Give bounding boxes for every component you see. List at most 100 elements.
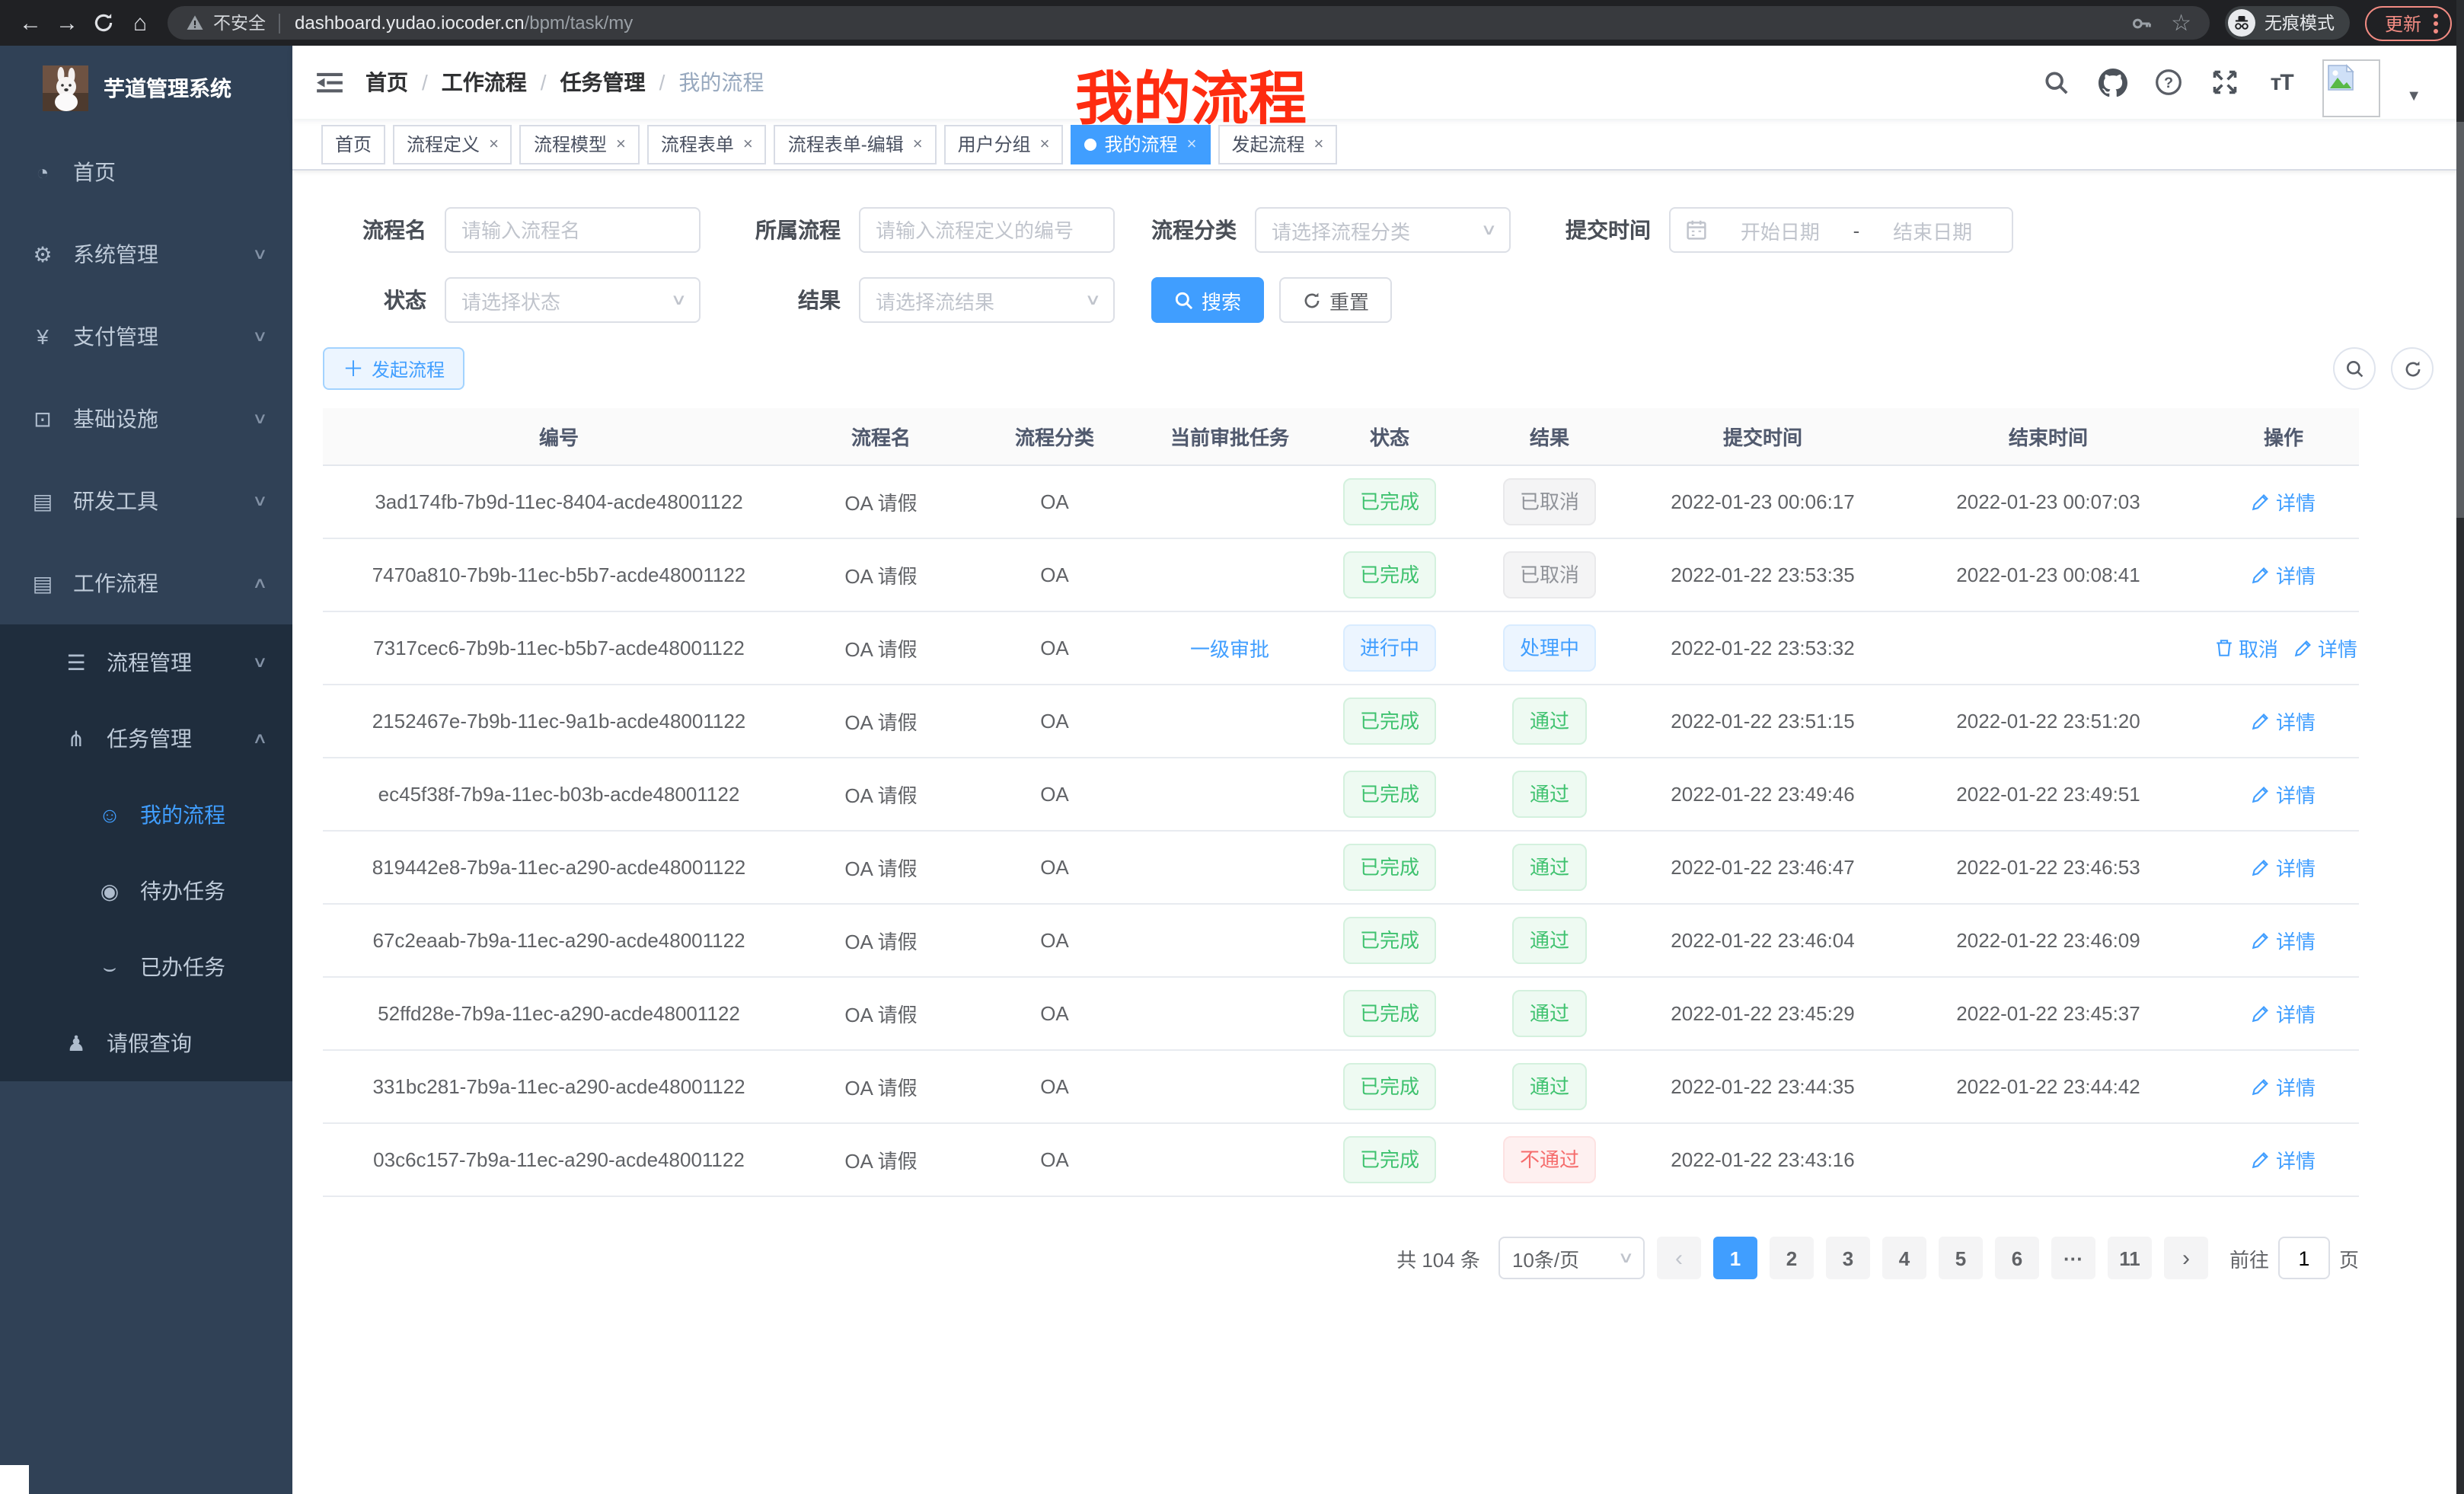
bookmark-star-icon[interactable]: ☆ xyxy=(2171,11,2191,34)
sidebar-item-done-tasks[interactable]: ⌣已办任务 xyxy=(0,929,292,1005)
github-icon[interactable] xyxy=(2097,67,2127,97)
help-icon[interactable]: ? xyxy=(2153,67,2184,97)
browser-forward-button[interactable]: → xyxy=(49,5,85,41)
avatar-caret-down-icon[interactable]: ▼ xyxy=(2406,88,2421,104)
sidebar-item-workflow[interactable]: ▤工作流程∧ xyxy=(0,542,292,624)
sidebar-item-system[interactable]: ⚙系统管理∨ xyxy=(0,213,292,295)
status-select[interactable]: 请选择状态 ∨ xyxy=(445,277,701,323)
start-date-placeholder[interactable]: 开始日期 xyxy=(1716,215,1844,244)
show-search-toggle-button[interactable] xyxy=(2333,347,2376,390)
search-button[interactable]: 搜索 xyxy=(1151,277,1264,323)
browser-back-button[interactable]: ← xyxy=(12,5,49,41)
page-button-1[interactable]: 1 xyxy=(1713,1237,1757,1279)
breadcrumb-task-mgmt[interactable]: 任务管理 xyxy=(560,67,646,97)
user-avatar[interactable] xyxy=(2322,59,2380,117)
page-button-5[interactable]: 5 xyxy=(1939,1237,1983,1279)
tab-流程表单[interactable]: 流程表单 × xyxy=(647,124,767,164)
sidebar-item-dev-tools[interactable]: ▤研发工具∨ xyxy=(0,460,292,542)
edit-icon xyxy=(2252,711,2271,731)
prev-page-button[interactable]: ‹ xyxy=(1657,1237,1701,1279)
sidebar-item-my-process[interactable]: ☺我的流程 xyxy=(0,777,292,853)
sidebar-collapse-icon[interactable] xyxy=(314,67,344,97)
tab-label: 流程表单 xyxy=(661,131,734,157)
browser-update-button[interactable]: 更新 xyxy=(2365,5,2452,40)
fullscreen-icon[interactable] xyxy=(2210,67,2240,97)
close-icon[interactable]: × xyxy=(913,135,923,153)
cell-process-id: 331bc281-7b9a-11ec-a290-acde48001122 xyxy=(323,1075,795,1098)
detail-action-link[interactable]: 详情 xyxy=(2252,707,2316,736)
monitor-icon: ⊡ xyxy=(30,406,55,432)
breadcrumb-workflow[interactable]: 工作流程 xyxy=(442,67,527,97)
refresh-table-button[interactable] xyxy=(2391,347,2434,390)
security-label[interactable]: 不安全 xyxy=(213,11,266,35)
page-ellipsis[interactable]: ··· xyxy=(2051,1237,2095,1279)
detail-action-link[interactable]: 详情 xyxy=(2252,560,2316,589)
page-button-3[interactable]: 3 xyxy=(1826,1237,1870,1279)
detail-action-link[interactable]: 详情 xyxy=(2252,853,2316,882)
tab-流程表单-编辑[interactable]: 流程表单-编辑× xyxy=(774,124,937,164)
close-icon[interactable]: × xyxy=(743,135,753,153)
process-def-input[interactable] xyxy=(859,207,1115,253)
process-name-input-field[interactable] xyxy=(461,219,684,241)
close-icon[interactable]: × xyxy=(1040,135,1050,153)
page-button-11[interactable]: 11 xyxy=(2108,1237,2152,1279)
detail-action-link[interactable]: 详情 xyxy=(2252,999,2316,1028)
detail-action-link[interactable]: 详情 xyxy=(2293,634,2357,662)
chevron-down-icon: ∨ xyxy=(251,493,267,509)
tags-view-bar: 首页流程定义×流程模型×流程表单×流程表单-编辑×用户分组×我的流程×发起流程× xyxy=(292,119,2464,171)
sidebar-item-process-mgmt[interactable]: ☰流程管理∨ xyxy=(0,624,292,701)
address-bar[interactable]: 不安全 dashboard.yudao.iocoder.cn/bpm/task/… xyxy=(168,6,2210,40)
browser-menu-kebab-icon[interactable] xyxy=(2434,13,2438,33)
tab-流程模型[interactable]: 流程模型× xyxy=(520,124,640,164)
reset-button[interactable]: 重置 xyxy=(1279,277,1392,323)
active-tab-dot xyxy=(1085,138,1097,150)
result-select[interactable]: 请选择流结果 ∨ xyxy=(859,277,1115,323)
close-icon[interactable]: × xyxy=(1313,135,1323,153)
result-badge: 通过 xyxy=(1513,771,1586,818)
page-button-2[interactable]: 2 xyxy=(1770,1237,1814,1279)
submit-time-range-picker[interactable]: 开始日期 - 结束日期 xyxy=(1669,207,2013,253)
header-search-icon[interactable] xyxy=(2041,67,2071,97)
font-size-icon[interactable]: ᴛT xyxy=(2266,67,2296,97)
tab-用户分组[interactable]: 用户分组× xyxy=(944,124,1064,164)
sidebar-item-leave-query[interactable]: ♟请假查询 xyxy=(0,1005,292,1081)
detail-action-link[interactable]: 详情 xyxy=(2252,1145,2316,1174)
close-icon[interactable]: × xyxy=(489,135,499,153)
svg-text:?: ? xyxy=(2164,75,2173,91)
next-page-button[interactable]: › xyxy=(2164,1237,2208,1279)
browser-reload-button[interactable] xyxy=(85,5,122,41)
page-size-select[interactable]: 10条/页 ∨ xyxy=(1499,1237,1645,1279)
page-number-list: 123456 ··· 11 xyxy=(1713,1237,2152,1279)
detail-action-link[interactable]: 详情 xyxy=(2252,780,2316,809)
sidebar-item-todo-tasks[interactable]: ◉待办任务 xyxy=(0,853,292,929)
process-def-input-field[interactable] xyxy=(876,219,1098,241)
cancel-action-link[interactable]: 取消 xyxy=(2214,634,2278,662)
current-task-link[interactable]: 一级审批 xyxy=(1190,634,1269,662)
process-name-input[interactable] xyxy=(445,207,701,253)
sidebar-logo[interactable]: 芋道管理系统 xyxy=(0,46,292,131)
create-process-button[interactable]: ＋ 发起流程 xyxy=(323,347,464,390)
close-icon[interactable]: × xyxy=(1187,135,1197,153)
page-button-6[interactable]: 6 xyxy=(1995,1237,2039,1279)
end-date-placeholder[interactable]: 结束日期 xyxy=(1869,215,1996,244)
key-icon[interactable] xyxy=(2130,11,2153,34)
category-select[interactable]: 请选择流程分类 ∨ xyxy=(1255,207,1511,253)
detail-action-link[interactable]: 详情 xyxy=(2252,487,2316,516)
page-button-4[interactable]: 4 xyxy=(1882,1237,1926,1279)
page-scrollbar-thumb[interactable] xyxy=(2456,122,2464,518)
sidebar-item-home[interactable]: ◔首页 xyxy=(0,131,292,213)
sidebar-item-task-mgmt[interactable]: ⋔任务管理∧ xyxy=(0,701,292,777)
breadcrumb-home[interactable]: 首页 xyxy=(365,67,408,97)
column-header-5: 结果 xyxy=(1462,422,1637,451)
sidebar-item-infrastructure[interactable]: ⊡基础设施∨ xyxy=(0,378,292,460)
jump-page-input[interactable] xyxy=(2278,1237,2330,1279)
detail-action-link[interactable]: 详情 xyxy=(2252,926,2316,955)
detail-action-link[interactable]: 详情 xyxy=(2252,1072,2316,1101)
sidebar-item-label: 我的流程 xyxy=(140,800,292,830)
tab-首页[interactable]: 首页 xyxy=(321,124,385,164)
sidebar-item-payment[interactable]: ¥支付管理∨ xyxy=(0,295,292,378)
url-text[interactable]: dashboard.yudao.iocoder.cn/bpm/task/my xyxy=(295,12,633,34)
browser-home-button[interactable]: ⌂ xyxy=(122,5,158,41)
close-icon[interactable]: × xyxy=(616,135,626,153)
tab-流程定义[interactable]: 流程定义× xyxy=(393,124,512,164)
